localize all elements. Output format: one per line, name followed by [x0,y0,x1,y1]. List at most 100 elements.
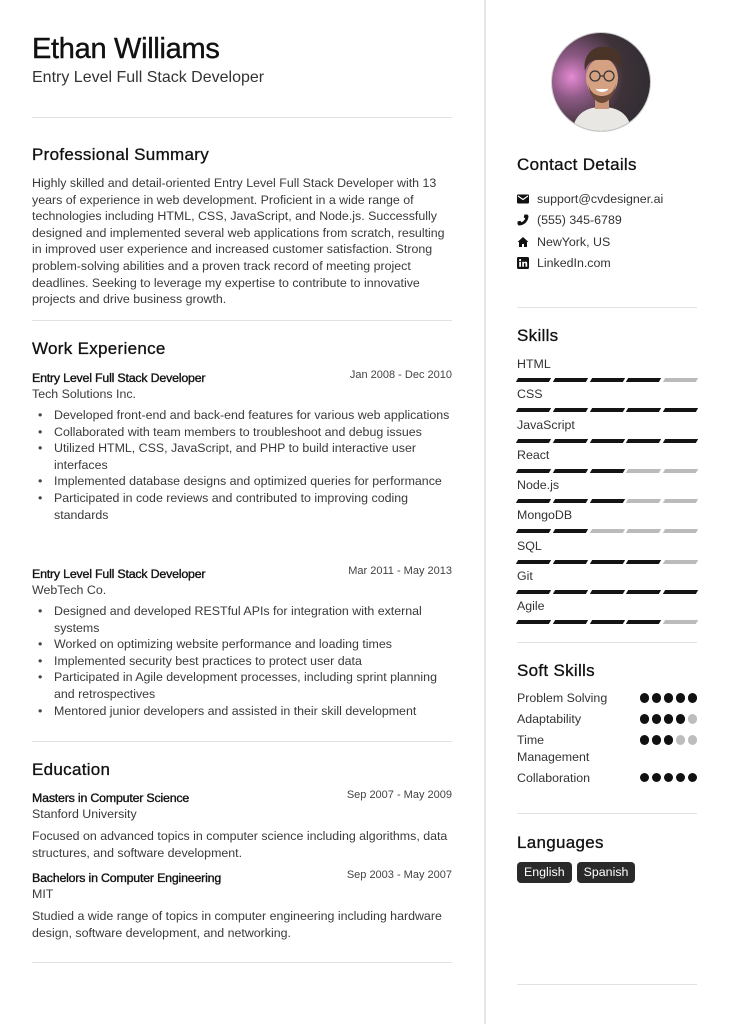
skill-segment-filled [589,468,625,473]
skill-segment-filled [589,499,625,504]
skill-name: CSS [517,387,543,402]
skill-segment-filled [552,438,588,443]
skill-segment-empty [663,559,699,564]
soft-skill-name: Collaboration [517,770,591,785]
job-bullet: Designed and developed RESTful APIs for … [32,603,452,636]
skill-segment-empty [663,499,699,504]
summary-text: Highly skilled and detail-oriented Entry… [32,176,445,307]
resume-page: Ethan Williams Entry Level Full Stack De… [0,0,730,1024]
job-bullet: Utilized HTML, CSS, JavaScript, and PHP … [32,440,452,473]
job-company: WebTech Co. [32,583,107,597]
skill-segment-empty [663,529,699,534]
rating-dot-empty [675,735,685,745]
job-company: Tech Solutions Inc. [32,387,137,401]
skill-segment-filled [626,590,662,595]
skill-level-bar [515,529,699,534]
rating-dot-filled [675,772,685,782]
rating-dot-filled [651,714,661,724]
skill-segment-filled [552,468,588,473]
skill-segment-filled [515,620,551,625]
skill-item: MongoDB [515,507,699,537]
skill-segment-empty [626,529,662,534]
contact-email[interactable]: support@cvdesigner.ai [517,188,663,210]
skill-name: SQL [517,538,542,553]
skill-segment-filled [515,559,551,564]
rating-dot-filled [663,693,673,703]
skill-segment-empty [663,620,699,625]
skill-segment-filled [663,438,699,443]
education-entry: Bachelors in Computer Engineering Sep 20… [32,869,452,941]
skill-segment-empty [626,468,662,473]
education-divider [32,962,452,963]
skill-name: Node.js [517,478,560,493]
soft-skill-name: Problem Solving [517,691,608,705]
job-bullet: Participated in Agile development proces… [32,669,452,702]
rating-dot-empty [687,714,697,724]
skill-segment-empty [589,529,625,534]
education-heading: Education [32,760,111,779]
languages-list: English Spanish [517,862,636,883]
language-badge: English [517,862,572,883]
skill-segment-filled [663,408,699,413]
experience-heading: Work Experience [32,339,166,358]
job-bullets: Designed and developed RESTful APIs for … [32,603,452,719]
rating-dot-filled [651,735,661,745]
experience-divider [32,741,452,742]
skill-item: SQL [515,538,699,568]
job-date: Mar 2011 - May 2013 [348,565,452,577]
candidate-title: Entry Level Full Stack Developer [32,69,265,86]
skill-segment-filled [626,438,662,443]
rating-dot-filled [639,693,649,703]
job-bullet: Developed front-end and back-end feature… [32,407,452,424]
job-date: Jan 2008 - Dec 2010 [349,369,452,381]
profile-photo [551,32,651,132]
education-description: Studied a wide range of topics in comput… [32,909,442,940]
rating-dot-filled [663,714,673,724]
rating-dot-filled [675,693,685,703]
contact-phone[interactable]: (555) 345-6789 [517,210,663,232]
skills-list: HTML CSS JavaScript React Node.js MongoDB SQL G… [515,356,699,629]
education-date: Sep 2007 - May 2009 [346,789,452,801]
skill-name: HTML [517,357,551,371]
soft-skills-divider [517,813,697,814]
skill-segment-empty [663,468,699,473]
skills-divider [517,642,697,643]
soft-skill-item: Time Management [517,732,697,765]
contact-heading: Contact Details [517,155,637,174]
skill-segment-filled [515,529,551,534]
skill-level-bar [515,378,699,382]
soft-skill-name: Adaptability [517,712,582,726]
skill-level-bar [515,438,699,443]
rating-dot-filled [675,714,685,724]
contact-text: (555) 345-6789 [537,213,622,228]
contact-linkedin[interactable]: LinkedIn.com [517,253,663,275]
skill-segment-filled [589,559,625,564]
phone-icon [517,214,537,226]
education-entry: Masters in Computer Science Sep 2007 - M… [32,789,452,861]
skill-segment-filled [552,408,588,413]
skill-segment-filled [552,559,588,564]
job-bullet: Participated in code reviews and contrib… [32,490,452,523]
skill-level-bar [515,408,699,413]
summary-heading: Professional Summary [32,145,210,164]
skill-segment-filled [515,468,551,473]
skill-segment-filled [626,378,662,382]
soft-skill-item: Adaptability [517,711,697,728]
contact-list: support@cvdesigner.ai (555) 345-6789 New… [517,188,663,274]
skill-segment-filled [515,378,551,382]
home-icon [517,236,537,248]
job-title: Entry Level Full Stack Developer [32,567,206,581]
skill-level-bar [515,559,699,564]
rating-dot-filled [687,693,697,703]
job-bullet: Implemented security best practices to p… [32,653,452,670]
job-bullet: Worked on optimizing website performance… [32,636,452,653]
column-divider [484,0,486,1024]
skill-segment-filled [589,378,625,382]
rating-dot-filled [639,772,649,782]
contact-location: NewYork, US [517,231,663,253]
job-entry: Entry Level Full Stack Developer Jan 200… [32,369,452,523]
contact-text: support@cvdesigner.ai [537,191,664,206]
soft-skill-rating [639,732,697,765]
soft-skills-heading: Soft Skills [517,661,595,680]
skill-segment-filled [552,499,588,504]
